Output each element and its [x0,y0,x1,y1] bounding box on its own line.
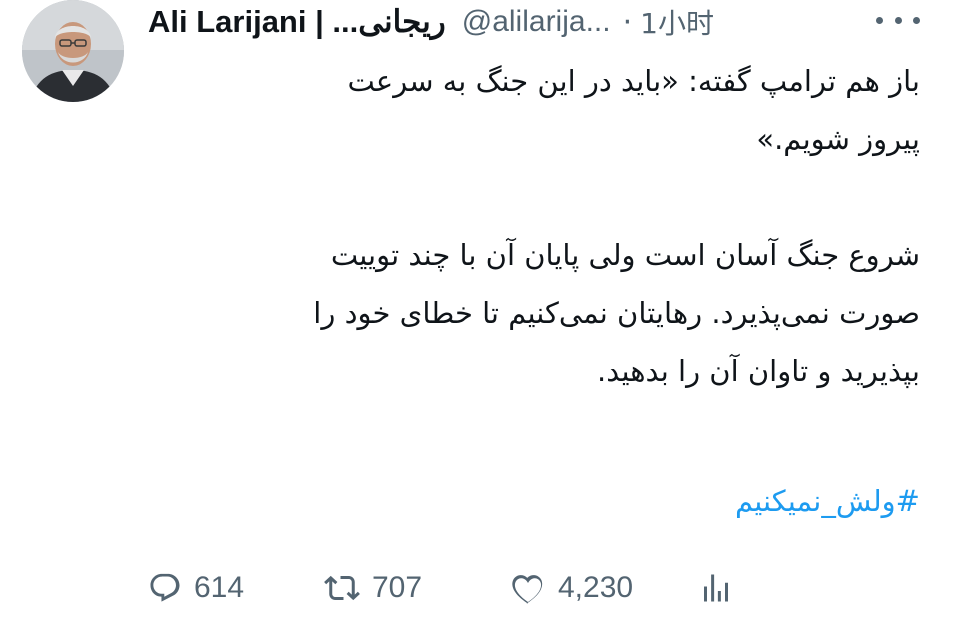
retweet-button[interactable]: 707 [324,560,422,616]
like-icon [510,570,546,606]
author-display-name[interactable]: Ali Larijani | ...ریجانی [148,4,446,40]
retweet-icon [324,570,360,606]
tweet-text: باز هم ترامپ گفته: «باید در این جنگ به س… [150,52,920,400]
like-count: 4,230 [558,571,634,604]
views-icon [698,570,734,606]
tweet-card[interactable]: Ali Larijani | ...ریجانی @alilarija... ·… [0,0,960,620]
action-bar: 614 707 4,230 [148,560,948,616]
avatar[interactable] [22,0,124,102]
separator-dot: · [622,4,633,40]
more-icon-dot [894,16,902,24]
tweet-paragraph: شروع جنگ آسان است ولی پایان آن با چند تو… [313,238,920,388]
reply-icon [148,571,182,605]
author-handle[interactable]: @alilarija... [462,5,611,39]
reply-button[interactable]: 614 [148,560,244,616]
views-button[interactable] [698,560,734,616]
more-icon[interactable] [876,10,920,30]
retweet-count: 707 [372,571,423,604]
reply-count: 614 [194,571,245,604]
more-icon-dot [876,16,883,24]
more-icon-dot [913,16,920,24]
hashtag-link[interactable]: #ولش_نمیکنیم [150,472,920,530]
tweet-paragraph: باز هم ترامپ گفته: «باید در این جنگ به س… [347,64,920,156]
like-button[interactable]: 4,230 [510,560,633,616]
tweet-header: Ali Larijani | ...ریجانی @alilarija... ·… [148,0,948,44]
tweet-timestamp[interactable]: 1小时 [640,2,714,42]
